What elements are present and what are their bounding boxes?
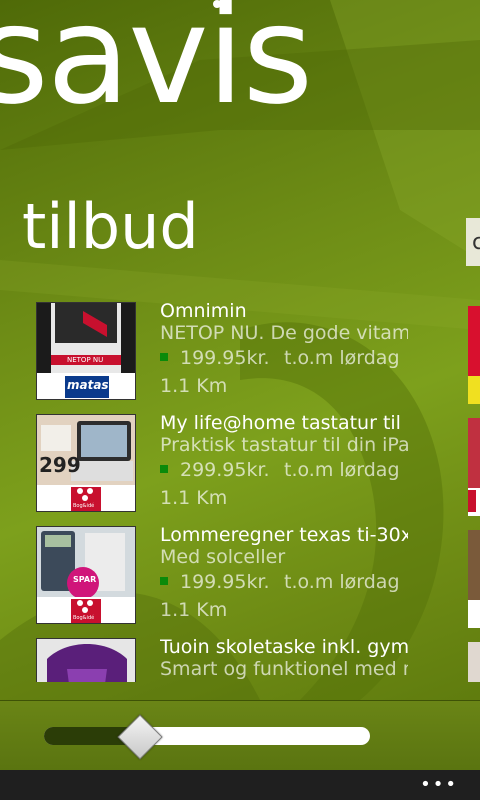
store-logo: Bog&idé	[37, 597, 135, 623]
offer-distance: 1.1 Km	[160, 375, 228, 397]
offer-thumbnail: SPAR Bog&idé	[36, 526, 136, 624]
thumb-tag: 299	[39, 453, 81, 477]
offer-validity: t.o.m lørdag	[284, 571, 400, 593]
next-pivot-peek[interactable]: c	[466, 218, 480, 266]
offer-title: My life@home tastatur til ipad	[160, 412, 408, 434]
price-indicator-icon	[160, 576, 168, 585]
next-list-peek-thumb	[468, 530, 480, 628]
offer-price: 299.95kr.	[180, 459, 270, 481]
app-bar: •••	[0, 770, 480, 800]
offer-distance: 1.1 Km	[160, 487, 228, 509]
offer-thumbnail: NETOP NU matas	[36, 302, 136, 400]
offer-title: Omnimin	[160, 300, 247, 322]
offer-description: Med solceller	[160, 546, 286, 568]
next-list-peek-thumb	[468, 306, 480, 404]
offer-item[interactable]: SPAR Bog&idé Lommeregner texas ti-30xs m…	[0, 524, 408, 624]
next-pivot-peek-label: c	[472, 230, 480, 255]
offer-description: Praktisk tastatur til din iPad.	[160, 434, 408, 456]
store-logo: matas	[37, 373, 135, 399]
price-indicator-icon	[160, 352, 168, 361]
store-logo-label: matas	[67, 378, 109, 392]
offer-thumbnail: 299 Bog&idé	[36, 414, 136, 512]
offer-item[interactable]: Tuoin skoletaske inkl. gymnastikpose Sma…	[0, 636, 408, 682]
offer-distance: 1.1 Km	[160, 599, 228, 621]
offer-item[interactable]: NETOP NU matas Omnimin NETOP NU. De gode…	[0, 300, 408, 400]
next-list-peek-thumb	[468, 418, 480, 516]
offer-thumbnail	[36, 638, 136, 682]
store-logo-label: Bog&idé	[73, 615, 95, 621]
offer-price: 199.95kr.	[180, 347, 270, 369]
price-indicator-icon	[160, 464, 168, 473]
offer-description: Smart og funktionel med mange rum	[160, 658, 408, 680]
pivot-header-tilbud[interactable]: tilbud	[22, 196, 199, 258]
offer-item[interactable]: 299 Bog&idé My life@home tastatur til ip…	[0, 412, 408, 512]
offer-price: 199.95kr.	[180, 571, 270, 593]
store-logo: Bog&idé	[37, 485, 135, 511]
distance-slider-track[interactable]	[44, 727, 370, 745]
offer-validity: t.o.m lørdag	[284, 459, 400, 481]
offer-title: Tuoin skoletaske inkl. gymnastikpose	[160, 636, 408, 658]
store-logo-label: Bog&idé	[73, 503, 95, 509]
app-title: savis	[0, 0, 313, 135]
offer-title: Lommeregner texas ti-30xs multiview	[160, 524, 408, 546]
next-list-peek-thumb	[468, 642, 480, 682]
offer-validity: t.o.m lørdag	[284, 347, 400, 369]
offer-list[interactable]: NETOP NU matas Omnimin NETOP NU. De gode…	[0, 300, 408, 682]
thumb-tag: SPAR	[73, 575, 97, 584]
thumb-tag: NETOP NU	[67, 356, 104, 364]
offer-description: NETOP NU. De gode vitaminer	[160, 322, 408, 344]
more-options-icon[interactable]: •••	[420, 776, 458, 794]
